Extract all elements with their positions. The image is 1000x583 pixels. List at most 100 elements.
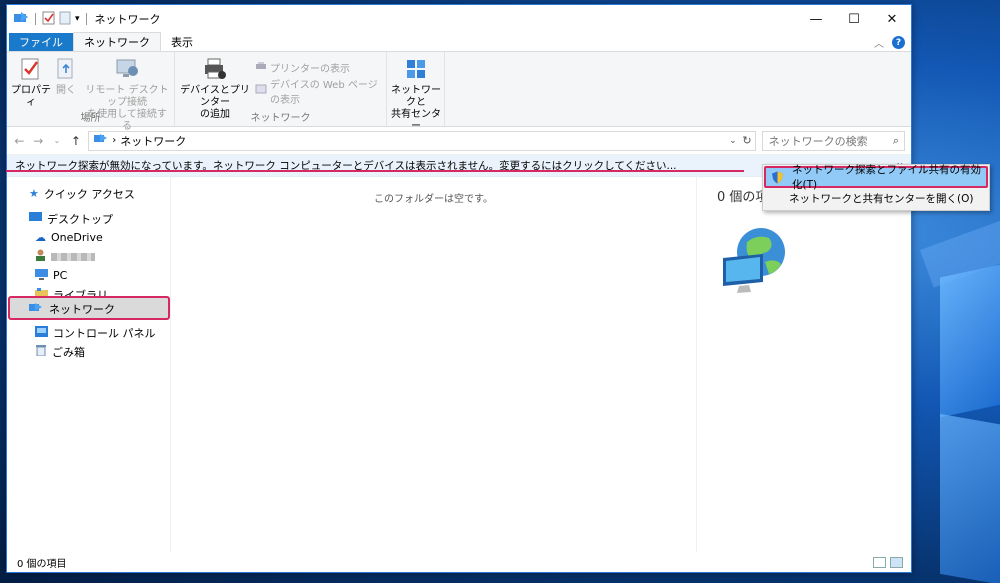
- properties-icon: [18, 56, 44, 82]
- open-button[interactable]: 開く: [53, 56, 79, 97]
- tab-view[interactable]: 表示: [161, 33, 203, 51]
- large-icons-view-icon[interactable]: [890, 556, 903, 568]
- new-folder-icon[interactable]: [59, 11, 71, 28]
- ribbon-group-center: ネットワークと 共有センター: [387, 52, 445, 132]
- preview-pane: 0 個の項目: [697, 176, 911, 552]
- network-nav-icon: [28, 302, 43, 317]
- nav-label: デスクトップ: [47, 212, 113, 226]
- cloud-icon: ☁: [35, 231, 46, 244]
- remote-desktop-label-1: リモート デスクトップ接続: [85, 85, 169, 108]
- user-icon: [35, 249, 46, 264]
- toolbar-separator: [85, 13, 87, 25]
- status-item-count: 0 個の項目: [17, 558, 67, 570]
- tab-network[interactable]: ネットワーク: [73, 32, 161, 51]
- search-input[interactable]: ネットワークの検索 ⌕: [761, 130, 906, 151]
- minimize-button[interactable]: —: [797, 5, 835, 33]
- file-list-pane[interactable]: このフォルダーは空です。: [171, 176, 697, 552]
- quick-access-toolbar: ▾: [13, 11, 89, 28]
- show-device-web-label: デバイスの Web ページの表示: [270, 80, 378, 106]
- network-globe-icon: [719, 224, 791, 299]
- nav-item-onedrive[interactable]: ☁ OneDrive: [7, 228, 170, 247]
- nav-label: ごみ箱: [52, 345, 85, 359]
- group-label-network: ネットワーク: [250, 113, 311, 124]
- content-area: ★ クイック アクセス デスクトップ ☁ OneDrive PC ライブラリ コ…: [7, 176, 911, 552]
- pc-icon: [35, 268, 48, 283]
- network-folder-icon: [13, 11, 29, 28]
- tab-file[interactable]: ファイル: [9, 33, 73, 51]
- show-printers-label: プリンターの表示: [270, 64, 350, 75]
- ribbon: プロパティ 開く リモート デスクトップ接続 を使用して接続する 場所 デバイス…: [7, 51, 911, 132]
- open-icon: [53, 56, 79, 82]
- help-icon[interactable]: ?: [892, 36, 905, 49]
- title-bar: ▾ ネットワーク — ☐ ✕: [7, 5, 911, 33]
- network-center-button[interactable]: ネットワークと 共有センター: [389, 56, 443, 133]
- nav-item-network[interactable]: ネットワーク: [8, 296, 170, 320]
- desktop-icon: [29, 212, 42, 225]
- status-bar: 0 個の項目: [7, 552, 911, 572]
- ribbon-group-location: プロパティ 開く リモート デスクトップ接続 を使用して接続する 場所: [7, 52, 175, 132]
- ribbon-group-network: デバイスとプリンター の追加 プリンターの表示 デバイスの Web ページの表示…: [175, 52, 387, 126]
- properties-button[interactable]: プロパティ: [11, 56, 51, 109]
- network-center-label-2: 共有センター: [391, 109, 441, 132]
- ribbon-tabs: ファイル ネットワーク 表示 ︿ ?: [7, 32, 911, 51]
- nav-item-user[interactable]: [7, 247, 170, 266]
- collapse-ribbon-icon[interactable]: ︿: [874, 35, 884, 50]
- ribbon-right-controls: ︿ ?: [874, 35, 905, 50]
- device-web-icon: [255, 84, 267, 98]
- nav-label: PC: [53, 269, 68, 282]
- blurred-user-name: [51, 252, 95, 261]
- search-placeholder: ネットワークの検索: [768, 134, 868, 148]
- search-icon[interactable]: ⌕: [893, 134, 899, 148]
- nav-label: ネットワーク: [49, 303, 115, 316]
- nav-label: コントロール パネル: [53, 326, 156, 340]
- details-view-icon[interactable]: [873, 556, 886, 568]
- recent-chevron-icon[interactable]: ⌄: [51, 136, 64, 145]
- back-arrow-icon[interactable]: ←: [13, 134, 26, 148]
- nav-item-pc[interactable]: PC: [7, 266, 170, 285]
- nav-item-quick-access[interactable]: ★ クイック アクセス: [7, 184, 170, 203]
- show-device-web-button[interactable]: デバイスの Web ページの表示: [255, 76, 386, 106]
- nav-item-desktop[interactable]: デスクトップ: [7, 209, 170, 228]
- menu-item-label: ネットワークと共有センターを開く(O): [789, 193, 974, 205]
- view-switcher: [873, 556, 903, 568]
- address-bar: ← → ⌄ ↑ › ネットワーク ⌄ ↻ ネットワークの検索 ⌕: [7, 127, 911, 155]
- recycle-bin-icon: [35, 344, 47, 359]
- address-path: ネットワーク: [120, 134, 187, 148]
- enable-discovery-menu-item[interactable]: ネットワーク探索とファイル共有の有効化(T): [764, 164, 988, 191]
- path-separator-icon: ›: [112, 135, 117, 146]
- open-network-center-menu-item[interactable]: ネットワークと共有センターを開く(O): [763, 188, 989, 209]
- remote-desktop-icon: [114, 56, 140, 82]
- open-label: 開く: [56, 85, 76, 96]
- nav-item-recycle-bin[interactable]: ごみ箱: [7, 342, 170, 361]
- uac-shield-icon: [771, 171, 784, 184]
- printer-icon: [202, 56, 228, 82]
- window-controls: — ☐ ✕: [797, 5, 911, 33]
- show-printers-button[interactable]: プリンターの表示: [255, 60, 350, 75]
- nav-item-control-panel[interactable]: コントロール パネル: [7, 323, 170, 342]
- nav-label: OneDrive: [51, 231, 103, 244]
- properties-label: プロパティ: [11, 85, 51, 108]
- network-path-icon: [93, 133, 108, 148]
- explorer-window: ▾ ネットワーク — ☐ ✕ ファイル ネットワーク 表示 ︿ ? プロパティ: [6, 4, 912, 573]
- toolbar-separator: [35, 13, 36, 25]
- address-dropdown-icon[interactable]: ⌄: [729, 136, 737, 146]
- control-panel-icon: [35, 325, 48, 340]
- context-menu: ネットワーク探索とファイル共有の有効化(T) ネットワークと共有センターを開く(…: [762, 164, 990, 211]
- close-button[interactable]: ✕: [873, 5, 911, 33]
- customize-toolbar-icon[interactable]: ▾: [75, 14, 80, 24]
- maximize-button[interactable]: ☐: [835, 5, 873, 33]
- navigation-pane: ★ クイック アクセス デスクトップ ☁ OneDrive PC ライブラリ コ…: [7, 176, 171, 552]
- properties-icon[interactable]: [42, 11, 55, 28]
- add-devices-label-1: デバイスとプリンター: [180, 85, 250, 108]
- window-title: ネットワーク: [94, 13, 161, 26]
- up-arrow-icon[interactable]: ↑: [69, 134, 82, 148]
- empty-folder-text: このフォルダーは空です。: [374, 194, 493, 205]
- group-label-location: 場所: [80, 113, 101, 124]
- network-center-label-1: ネットワークと: [391, 85, 441, 108]
- refresh-icon[interactable]: ↻: [742, 134, 751, 147]
- address-field[interactable]: › ネットワーク ⌄ ↻: [88, 130, 756, 151]
- nav-label: クイック アクセス: [43, 187, 135, 201]
- forward-arrow-icon[interactable]: →: [32, 134, 45, 148]
- star-icon: ★: [29, 187, 39, 200]
- network-center-icon: [403, 56, 429, 82]
